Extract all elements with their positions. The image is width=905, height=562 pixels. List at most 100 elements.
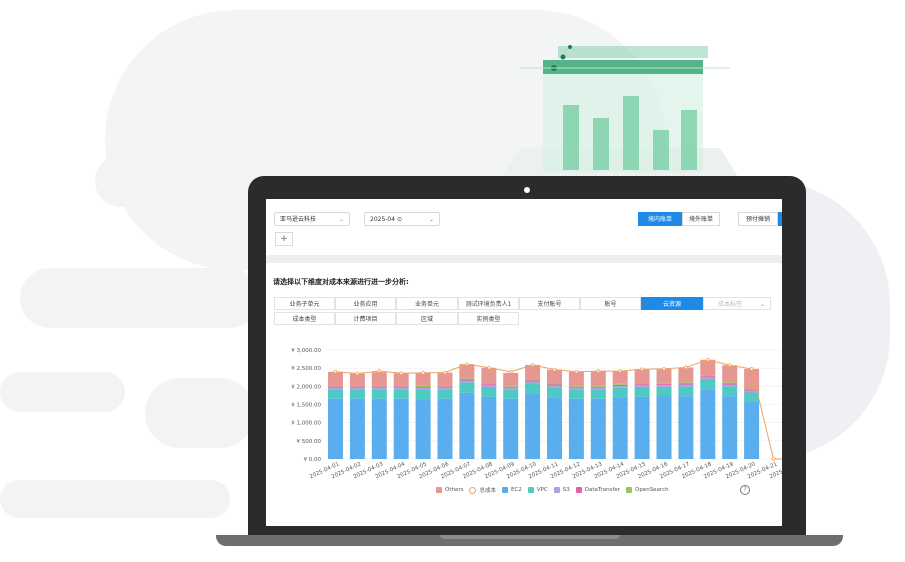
bar-segment-vpc <box>678 386 694 397</box>
legend-item[interactable]: EC2 <box>502 487 522 493</box>
bar-segment-datatransfer <box>393 386 409 388</box>
bar-segment-opensearch <box>349 385 365 387</box>
bar-segment-s3 <box>590 387 606 390</box>
legend-swatch <box>527 487 534 493</box>
legend-item[interactable]: S3 <box>553 487 570 493</box>
bar-segment-s3 <box>568 387 584 390</box>
bar-segment-vpc <box>547 387 562 398</box>
total-cost-point <box>662 367 666 371</box>
tab-overseas-bill[interactable]: 境外账单 <box>682 212 720 226</box>
tab-domestic-bill[interactable]: 境内账单 <box>638 212 682 226</box>
bar-segment-opensearch <box>568 385 584 387</box>
bar-segment-opensearch <box>634 383 650 385</box>
month-select[interactable]: 2025-04 ⊙ ⌄ <box>364 212 440 226</box>
bar-segment-others <box>568 371 584 386</box>
bar-segment-s3 <box>415 388 431 390</box>
chevron-down-icon: ⌄ <box>338 216 344 223</box>
total-cost-point <box>333 370 338 374</box>
app-screen: 亚马逊云科技 ⌄ 2025-04 ⊙ ⌄ 境内账单 境外账单 预付摊销 + 请选… <box>266 199 782 526</box>
add-filter-button[interactable]: + <box>275 232 293 246</box>
bar-segment-ec2 <box>328 398 343 459</box>
bar-segment-others <box>590 371 606 386</box>
total-cost-point <box>684 365 688 370</box>
bar-segment-others <box>612 371 628 384</box>
bar-segment-s3 <box>612 385 628 388</box>
legend-item[interactable]: 总成本 <box>469 486 496 494</box>
bar-segment-s3 <box>459 380 475 383</box>
bar-segment-s3 <box>349 387 365 390</box>
bar-segment-datatransfer <box>503 386 519 388</box>
bar-segment-vpc <box>590 389 606 399</box>
bar-segment-opensearch <box>722 382 738 384</box>
bar-segment-s3 <box>525 381 541 384</box>
bar-segment-s3 <box>678 384 694 387</box>
bar-segment-opensearch <box>393 385 409 387</box>
bar-segment-vpc <box>503 389 519 399</box>
bar-segment-ec2 <box>656 396 672 459</box>
background-stripe <box>20 268 260 328</box>
bar-segment-others <box>481 367 497 384</box>
background-stripe <box>0 372 125 412</box>
bar-segment-others <box>437 372 453 386</box>
bar-segment-others <box>503 372 519 386</box>
month-select-value: 2025-04 <box>370 216 396 223</box>
total-cost-point <box>552 367 557 372</box>
y-tick-label: ¥ 0.00 <box>304 457 322 463</box>
bar-segment-vpc <box>634 387 650 397</box>
y-tick-label: ¥ 2,500.00 <box>291 366 321 372</box>
y-tick-label: ¥ 500.00 <box>297 439 322 445</box>
bar-segment-datatransfer <box>547 384 562 386</box>
background-stripe <box>145 378 255 448</box>
bar-segment-vpc <box>700 379 716 390</box>
laptop-hinge <box>440 535 620 539</box>
bar-segment-ec2 <box>722 396 738 459</box>
legend-swatch <box>553 487 560 493</box>
y-tick-label: ¥ 1,000.00 <box>291 421 321 427</box>
legend-item[interactable]: Others <box>436 487 463 493</box>
legend-label: 总成本 <box>479 488 496 494</box>
bar-segment-others <box>634 369 650 384</box>
total-cost-point <box>771 457 776 461</box>
bar-segment-s3 <box>656 384 672 387</box>
bar-segment-s3 <box>393 387 409 390</box>
legend-item[interactable]: VPC <box>527 487 548 493</box>
bar-segment-vpc <box>722 386 738 397</box>
chevron-down-icon: ⌄ <box>428 216 434 223</box>
camera-icon <box>524 187 530 193</box>
legend-swatch <box>575 487 582 493</box>
bar-segment-datatransfer <box>459 379 475 381</box>
bar-segment-datatransfer <box>525 380 541 382</box>
total-cost-point <box>574 370 579 374</box>
total-cost-point <box>465 362 469 366</box>
total-cost-point <box>749 367 754 371</box>
overflow-button-edge[interactable] <box>778 212 782 226</box>
bar-segment-ec2 <box>349 398 365 459</box>
legend-item[interactable]: DataTransfer <box>575 487 620 493</box>
bar-segment-others <box>656 368 672 383</box>
legend-item[interactable]: OpenSearch <box>626 487 669 493</box>
bar-segment-ec2 <box>503 398 519 459</box>
y-tick-label: ¥ 1,500.00 <box>291 403 321 409</box>
bar-segment-s3 <box>481 385 497 388</box>
total-cost-point <box>487 366 491 370</box>
total-cost-point <box>596 369 601 373</box>
total-cost-point <box>508 370 513 374</box>
bar-segment-ec2 <box>371 398 387 459</box>
y-tick-label: ¥ 3,000.00 <box>291 348 321 354</box>
bar-segment-vpc <box>459 382 475 393</box>
bar-segment-others <box>547 369 562 384</box>
bar-segment-datatransfer <box>349 386 365 388</box>
bar-segment-datatransfer <box>678 383 694 385</box>
bar-segment-datatransfer <box>481 384 497 386</box>
bar-segment-datatransfer <box>722 383 738 385</box>
bar-segment-ec2 <box>590 398 606 459</box>
bar-segment-others <box>371 372 387 386</box>
help-icon[interactable]: ? <box>740 485 750 495</box>
legend-label: S3 <box>562 487 570 493</box>
total-cost-point <box>705 358 710 362</box>
account-select[interactable]: 亚马逊云科技 ⌄ <box>274 212 350 226</box>
bar-segment-vpc <box>415 389 431 400</box>
bar-segment-vpc <box>371 389 387 399</box>
bar-segment-others <box>328 371 343 386</box>
prepay-amortization-button[interactable]: 预付摊销 <box>738 212 778 226</box>
